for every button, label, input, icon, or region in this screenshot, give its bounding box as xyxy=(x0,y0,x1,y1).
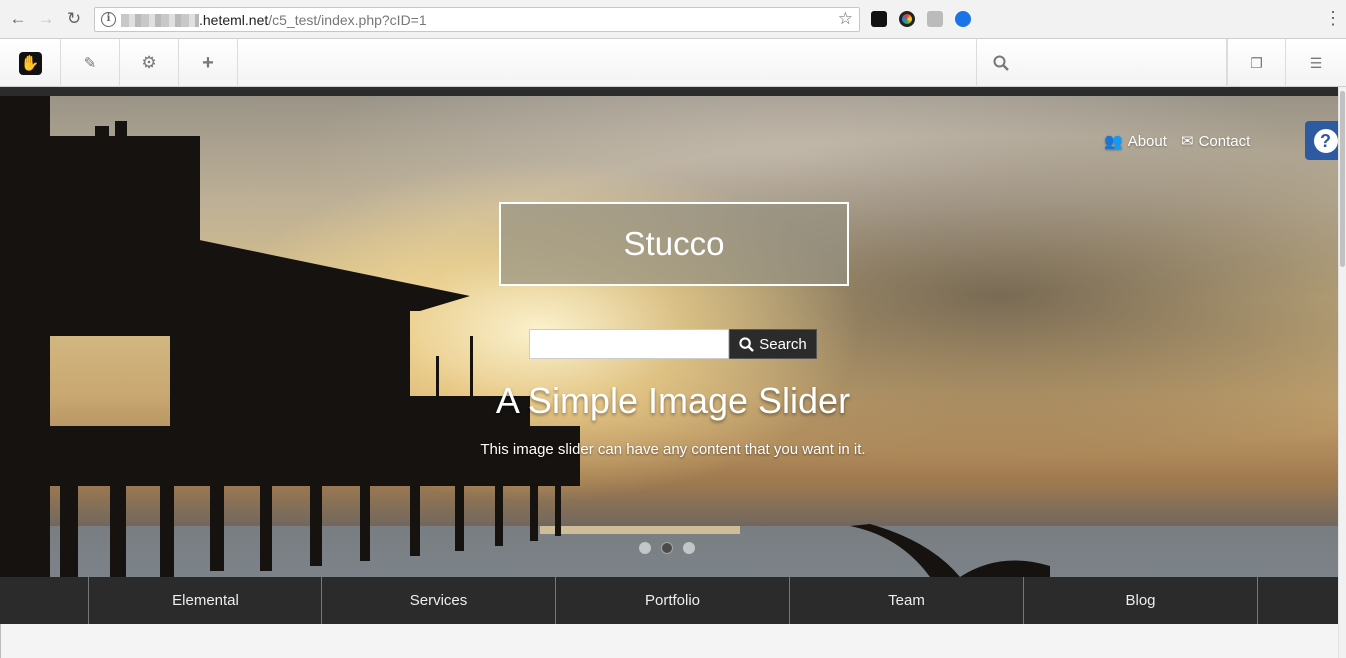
page-scrollbar[interactable] xyxy=(1338,87,1346,658)
site-search-form: Search xyxy=(529,329,817,359)
question-icon: ? xyxy=(1313,128,1338,153)
users-icon: 👥 xyxy=(1104,133,1123,150)
nav-link-about[interactable]: 👥 About xyxy=(1104,132,1167,151)
search-button-label: Search xyxy=(759,335,807,353)
nav-link-contact[interactable]: ✉ Contact xyxy=(1181,132,1251,151)
nav-link-about-label: About xyxy=(1127,132,1167,150)
cms-toolbar: ✋ ✎ ⚙ + ❐ ☰ xyxy=(0,39,1346,87)
concrete5-hand-icon: ✋ xyxy=(18,51,42,75)
nav-divider xyxy=(1257,577,1258,624)
add-plus-icon[interactable]: + xyxy=(179,39,238,87)
main-nav-services[interactable]: Services xyxy=(321,577,555,624)
url-text: .heteml.net/c5_test/index.php?cID=1 xyxy=(199,12,427,28)
browser-chrome: ← → ↻ i .heteml.net/c5_test/index.php?cI… xyxy=(0,0,1346,39)
info-icon[interactable]: i xyxy=(101,12,116,27)
main-nav-elemental[interactable]: Elemental xyxy=(88,577,322,624)
search-button[interactable]: Search xyxy=(729,329,817,359)
nav-link-contact-label: Contact xyxy=(1198,132,1251,150)
search-icon xyxy=(993,55,1009,71)
browser-menu-icon[interactable]: ⋮ xyxy=(1324,9,1342,27)
page-top-bar xyxy=(0,87,1338,96)
blurred-subdomain xyxy=(121,14,199,27)
site-title[interactable]: Stucco xyxy=(499,202,849,286)
sliders-icon[interactable]: ☰ xyxy=(1286,39,1346,87)
slider-dot[interactable] xyxy=(639,542,651,554)
sitemap-copy-icon[interactable]: ❐ xyxy=(1227,39,1286,87)
extension-concrete-icon[interactable] xyxy=(871,11,887,27)
main-nav-portfolio[interactable]: Portfolio xyxy=(555,577,789,624)
edit-pencil-icon[interactable]: ✎ xyxy=(61,39,120,87)
cms-logo-button[interactable]: ✋ xyxy=(0,39,61,87)
main-nav-blog[interactable]: Blog xyxy=(1023,577,1257,624)
slide-title: A Simple Image Slider xyxy=(495,380,851,421)
site-search-input[interactable] xyxy=(529,329,729,359)
main-navigation: Elemental Services Portfolio Team Blog xyxy=(0,577,1338,624)
extension-color-icon[interactable] xyxy=(899,11,915,27)
forward-arrow-icon[interactable]: → xyxy=(36,9,56,29)
scrollbar-thumb[interactable] xyxy=(1340,91,1345,267)
main-nav-team[interactable]: Team xyxy=(789,577,1023,624)
camera-icon[interactable] xyxy=(927,11,943,27)
search-icon xyxy=(739,336,755,352)
toolbar-search[interactable] xyxy=(976,39,1227,87)
toolbar-search-input[interactable] xyxy=(1017,48,1217,78)
slider-dot[interactable] xyxy=(683,542,695,554)
slider-pagination xyxy=(639,542,695,554)
page-content-area xyxy=(0,624,1338,658)
url-host: .heteml.net xyxy=(199,12,269,28)
address-bar[interactable]: i .heteml.net/c5_test/index.php?cID=1 ☆ xyxy=(94,7,860,32)
back-arrow-icon[interactable]: ← xyxy=(8,9,28,29)
envelope-icon: ✉ xyxy=(1181,133,1194,150)
reload-icon[interactable]: ↻ xyxy=(64,9,84,29)
slider-dot-active[interactable] xyxy=(661,542,673,554)
gear-icon[interactable]: ⚙ xyxy=(120,39,179,87)
extension-blue-icon[interactable] xyxy=(955,11,971,27)
bookmark-star-icon[interactable]: ☆ xyxy=(838,9,853,29)
url-path: /c5_test/index.php?cID=1 xyxy=(268,12,427,28)
slide-text: This image slider can have any content t… xyxy=(480,441,866,458)
